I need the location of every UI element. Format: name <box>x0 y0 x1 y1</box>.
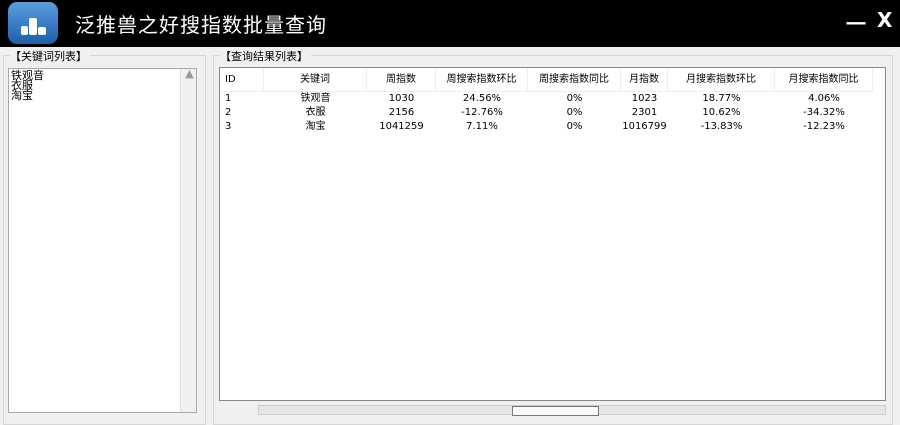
cell: -12.76% <box>461 107 503 118</box>
cell: -13.83% <box>700 121 743 132</box>
column-header[interactable]: ID <box>220 68 264 91</box>
close-button[interactable]: X <box>877 8 892 32</box>
cell: 4.06% <box>808 93 840 104</box>
app-logo-icon <box>8 2 58 44</box>
query-button[interactable] <box>512 406 599 416</box>
scroll-up-icon[interactable]: ▲ <box>185 67 193 80</box>
cell: 2 <box>225 107 232 118</box>
cell: 1041259 <box>379 121 424 132</box>
cell: 1016799 <box>622 121 667 132</box>
cell: 0% <box>566 121 583 132</box>
table-row[interactable]: 3 淘宝 1041259 7.11% 0% 1016799 -13.83% -1… <box>220 120 873 134</box>
column-header[interactable]: 周搜索指数同比 <box>528 68 621 91</box>
window-title: 泛推兽之好搜指数批量查询 <box>75 13 327 37</box>
keywords-group-label: 【关键词列表】 <box>10 48 90 64</box>
minimize-button[interactable]: 一 <box>846 8 866 37</box>
cell: 18.77% <box>702 93 741 104</box>
column-header[interactable]: 月指数 <box>621 68 668 91</box>
list-item[interactable]: 衣服 <box>9 80 196 91</box>
cell: 3 <box>225 121 232 132</box>
column-header[interactable]: 月搜索指数环比 <box>668 68 775 91</box>
table-header: ID 关键词 周指数 周搜索指数环比 周搜索指数同比 月指数 月搜索指数环比 月… <box>220 68 873 92</box>
cell: 24.56% <box>462 93 502 104</box>
cell: 1030 <box>388 93 415 104</box>
cell: 淘宝 <box>305 121 326 132</box>
results-table[interactable]: ID 关键词 周指数 周搜索指数环比 周搜索指数同比 月指数 月搜索指数环比 月… <box>219 67 886 401</box>
cell: -34.32% <box>803 107 845 118</box>
cell: 铁观音 <box>300 93 331 104</box>
cell: 7.11% <box>466 121 498 132</box>
cell: 2156 <box>388 107 415 118</box>
cell: 1023 <box>631 93 658 104</box>
cell: 2301 <box>631 107 658 118</box>
list-item[interactable]: 铁观音 <box>9 70 196 81</box>
cell: 10.62% <box>702 107 741 118</box>
cell: -12.23% <box>803 121 845 132</box>
column-header[interactable]: 周搜索指数环比 <box>436 68 528 91</box>
list-item[interactable]: 淘宝 <box>9 90 196 101</box>
vertical-scrollbar[interactable]: ▲ <box>180 67 196 412</box>
column-header[interactable]: 月搜索指数同比 <box>775 68 873 91</box>
table-row[interactable]: 1 铁观音 1030 24.56% 0% 1023 18.77% 4.06% <box>220 92 873 106</box>
keywords-listbox[interactable]: 铁观音 衣服 淘宝 ▲ <box>8 68 197 413</box>
cell: 0% <box>566 107 583 118</box>
cell: 0% <box>566 93 583 104</box>
table-row[interactable]: 2 衣服 2156 -12.76% 0% 2301 10.62% -34.32% <box>220 106 873 120</box>
column-header[interactable]: 关键词 <box>264 68 367 91</box>
results-group-label: 【查询结果列表】 <box>220 48 311 64</box>
cell: 1 <box>225 93 232 104</box>
cell: 衣服 <box>305 107 326 118</box>
column-header[interactable]: 周指数 <box>367 68 436 91</box>
title-bar: 泛推兽之好搜指数批量查询 一 X <box>0 0 900 47</box>
